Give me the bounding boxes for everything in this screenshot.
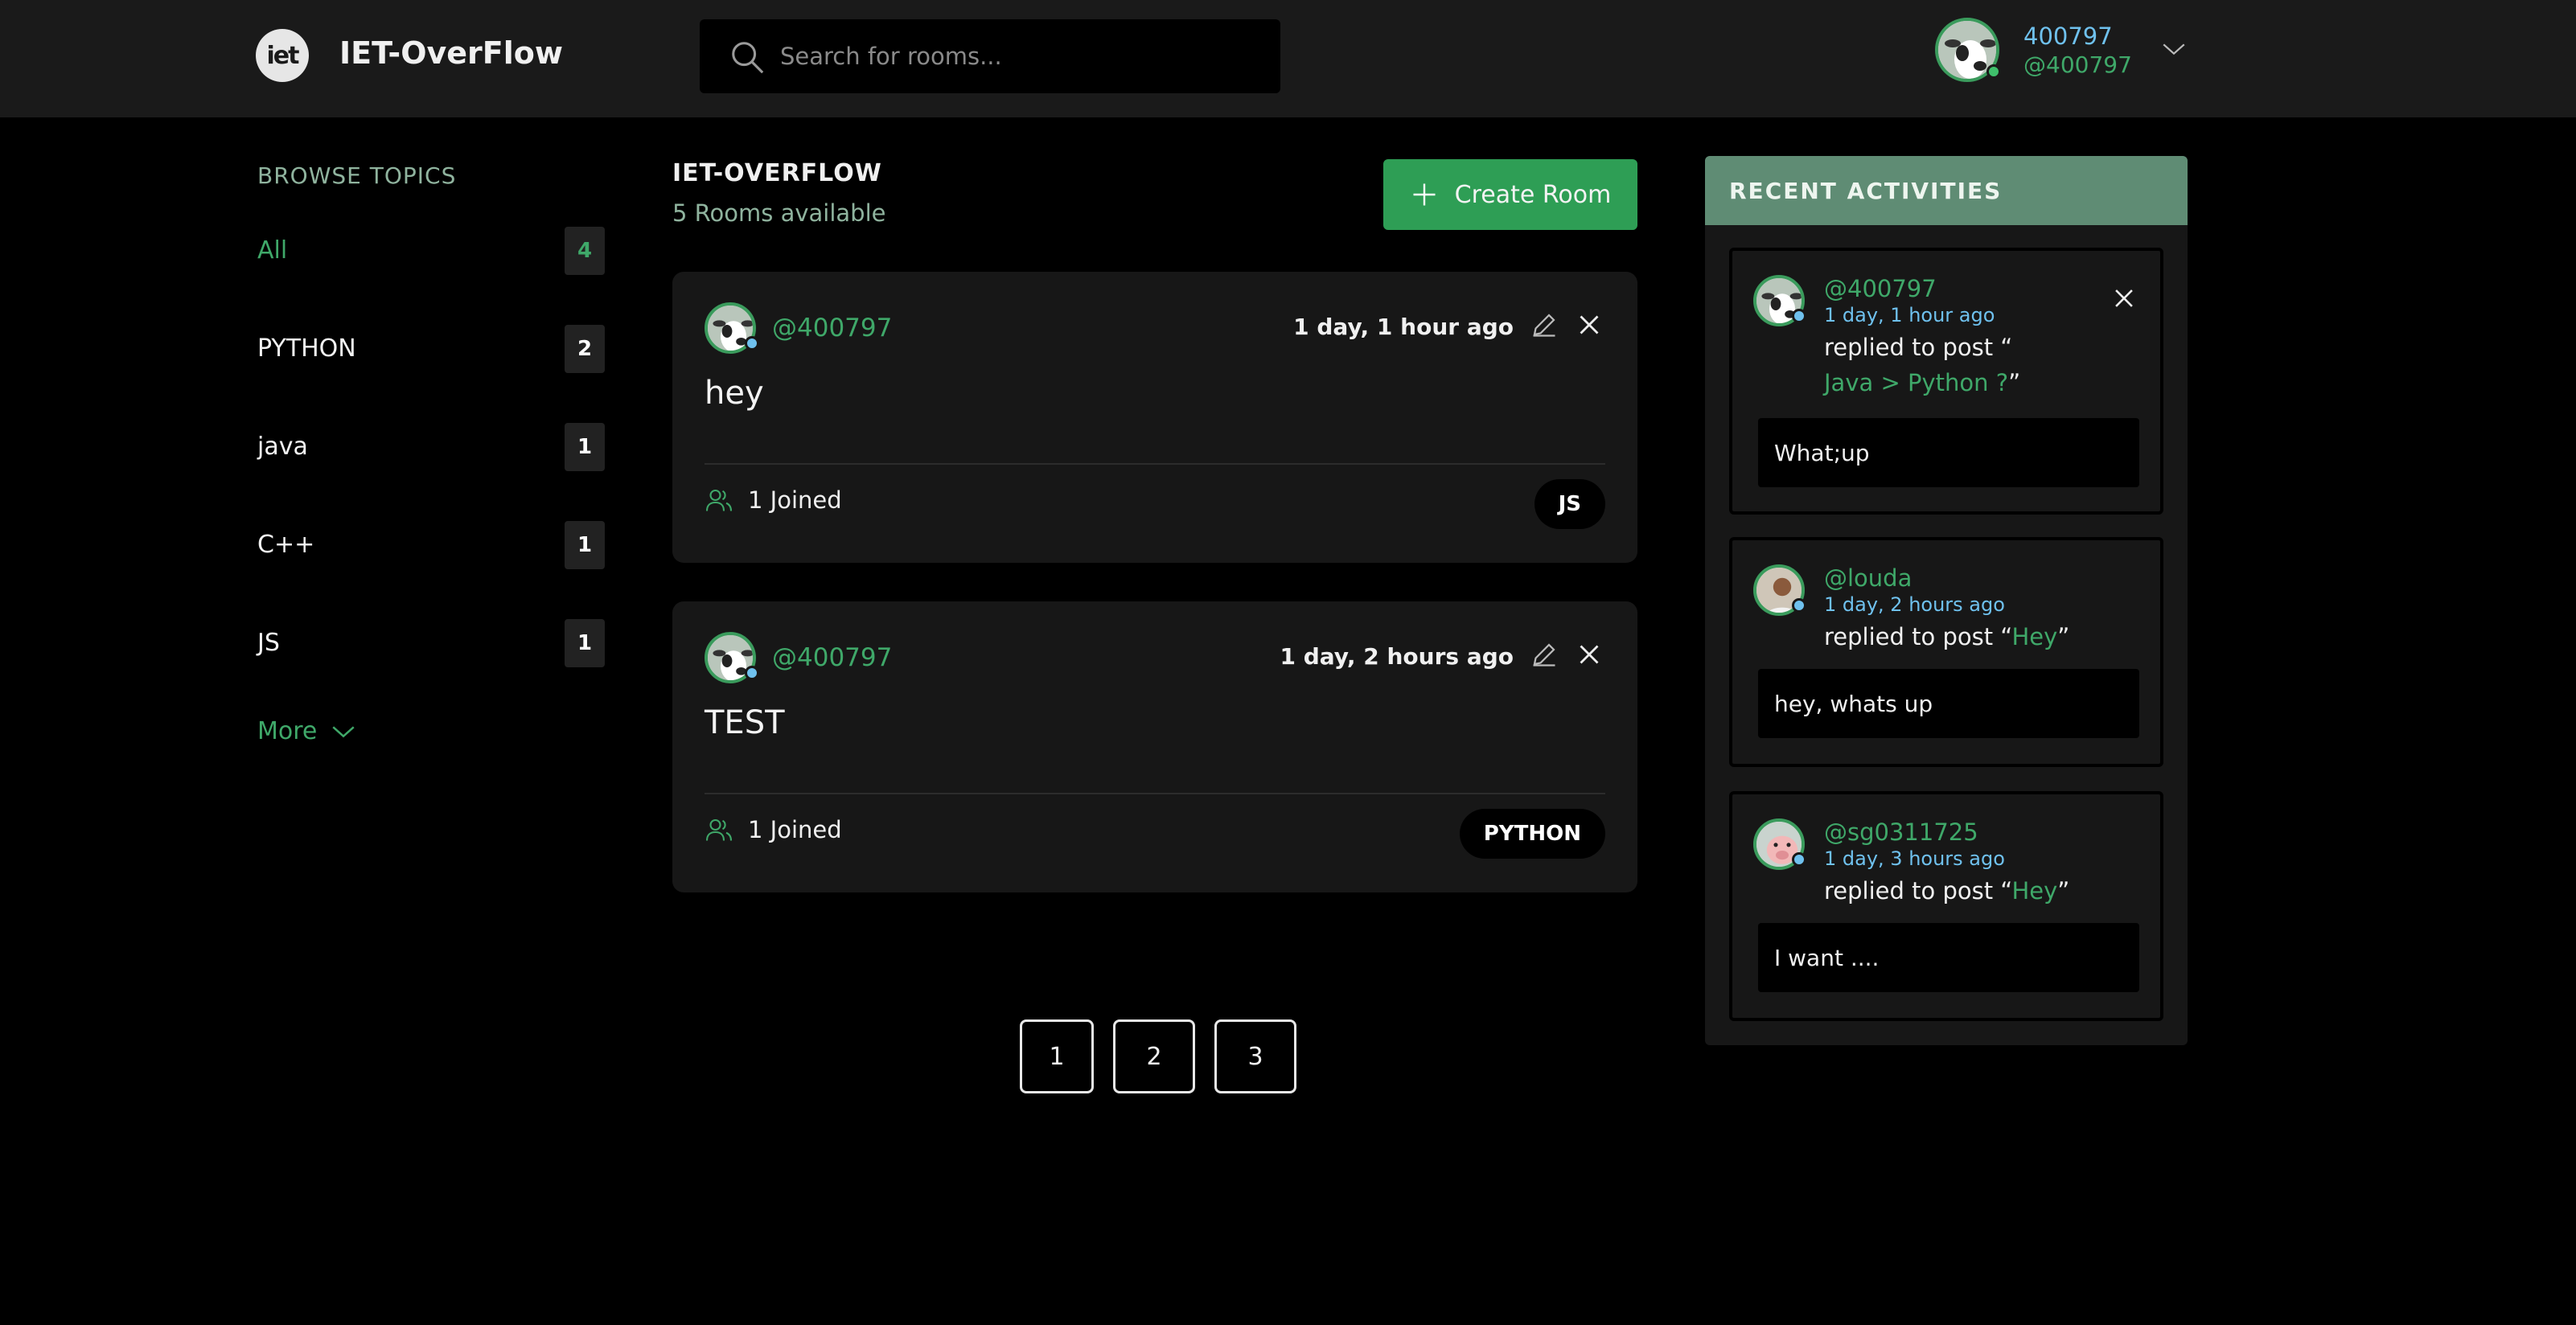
topic-label: JS <box>257 629 280 657</box>
edit-icon[interactable] <box>1530 310 1559 339</box>
activity-suffix: ” <box>2057 623 2070 650</box>
recent-activities-panel: RECENT ACTIVITIES @400797 1 day, 1 hour … <box>1705 156 2188 1045</box>
room-card[interactable]: @400797 1 day, 2 hours ago TEST 1 Joined… <box>672 601 1637 892</box>
activity-suffix: ” <box>2057 877 2070 905</box>
status-dot <box>1792 598 1806 613</box>
activity-time: 1 day, 1 hour ago <box>1824 304 1995 326</box>
room-topic-tag[interactable]: PYTHON <box>1459 809 1605 859</box>
close-icon[interactable] <box>2110 285 2138 312</box>
page-button-3[interactable]: 3 <box>1214 1019 1296 1093</box>
rooms-count: 5 Rooms available <box>672 199 886 227</box>
activity-message: What;up <box>1758 418 2139 487</box>
activity-item: @400797 1 day, 1 hour ago replied to pos… <box>1729 248 2163 515</box>
joined-label: 1 Joined <box>748 486 842 514</box>
user-handle[interactable]: @400797 <box>2023 51 2132 78</box>
activity-suffix: ” <box>2008 369 2021 396</box>
more-topics-link[interactable]: More <box>257 717 357 745</box>
logo-text: iet <box>266 41 300 70</box>
room-host-handle[interactable]: @400797 <box>772 643 892 672</box>
status-dot <box>1792 852 1806 867</box>
topic-label: PYTHON <box>257 334 356 363</box>
topic-count-badge: 4 <box>565 227 605 275</box>
status-dot <box>1792 309 1806 323</box>
create-room-button[interactable]: Create Room <box>1383 159 1637 230</box>
activity-description: replied to post “Hey” <box>1824 619 2089 654</box>
activity-item: @sg0311725 1 day, 3 hours ago replied to… <box>1729 791 2163 1021</box>
activity-prefix: replied to post “ <box>1824 877 2012 905</box>
activity-prefix: replied to post “ <box>1824 623 2012 650</box>
activity-message: I want .... <box>1758 923 2139 992</box>
status-dot <box>745 666 759 680</box>
topic-label: java <box>257 433 308 461</box>
close-icon[interactable] <box>1575 310 1604 339</box>
brand-title[interactable]: IET-OverFlow <box>339 35 563 71</box>
search-bar[interactable] <box>700 19 1280 93</box>
create-room-label: Create Room <box>1454 180 1612 209</box>
activity-post-link[interactable]: Hey <box>2011 623 2057 650</box>
room-host-handle[interactable]: @400797 <box>772 314 892 343</box>
users-icon <box>705 489 733 511</box>
page-button-2[interactable]: 2 <box>1113 1019 1195 1093</box>
activity-handle[interactable]: @400797 <box>1824 275 1937 302</box>
browse-topics-title: BROWSE TOPICS <box>257 162 457 189</box>
iet-logo[interactable]: iet <box>256 29 309 82</box>
activity-prefix: replied to post “ <box>1824 334 2013 361</box>
search-input[interactable] <box>780 37 1247 76</box>
room-title[interactable]: hey <box>705 375 764 412</box>
activity-description: replied to post “ Java > Python ?” <box>1824 330 2089 400</box>
pagination: 1 2 3 <box>1020 1019 1296 1093</box>
topic-count-badge: 1 <box>565 619 605 667</box>
feed-title: IET-OVERFLOW <box>672 159 882 187</box>
top-navbar: iet IET-OverFlow 400797 @400797 <box>0 0 2576 117</box>
chevron-down-icon <box>332 725 355 737</box>
recent-activities-title: RECENT ACTIVITIES <box>1705 156 2188 225</box>
room-card[interactable]: @400797 1 day, 1 hour ago hey 1 Joined J… <box>672 272 1637 563</box>
activity-item: @louda 1 day, 2 hours ago replied to pos… <box>1729 537 2163 767</box>
search-icon <box>732 42 764 74</box>
user-name[interactable]: 400797 <box>2023 23 2113 50</box>
chevron-down-icon[interactable] <box>2160 35 2188 63</box>
topic-count-badge: 1 <box>565 521 605 569</box>
topic-count-badge: 1 <box>565 423 605 471</box>
joined-count: 1 Joined <box>705 486 842 515</box>
more-label: More <box>257 717 318 745</box>
activity-description: replied to post “Hey” <box>1824 873 2089 909</box>
joined-count: 1 Joined <box>705 815 842 844</box>
room-title[interactable]: TEST <box>705 704 785 741</box>
card-divider <box>705 793 1605 794</box>
topic-all[interactable]: All 4 <box>257 227 605 278</box>
card-divider <box>705 463 1605 465</box>
edit-icon[interactable] <box>1530 640 1559 669</box>
activity-post-link[interactable]: Java > Python ? <box>1824 369 2008 396</box>
plus-icon <box>1413 183 1436 206</box>
page-button-1[interactable]: 1 <box>1020 1019 1094 1093</box>
room-topic-tag[interactable]: JS <box>1534 479 1605 529</box>
activity-post-link[interactable]: Hey <box>2011 877 2057 905</box>
joined-label: 1 Joined <box>748 816 842 843</box>
topic-label: C++ <box>257 531 315 559</box>
activity-message: hey, whats up <box>1758 669 2139 738</box>
topic-python[interactable]: PYTHON 2 <box>257 325 605 376</box>
topic-cpp[interactable]: C++ 1 <box>257 521 605 572</box>
topic-js[interactable]: JS 1 <box>257 619 605 671</box>
activity-handle[interactable]: @louda <box>1824 564 1912 592</box>
close-icon[interactable] <box>1575 640 1604 669</box>
topic-label: All <box>257 236 288 265</box>
topic-count-badge: 2 <box>565 325 605 373</box>
room-timestamp: 1 day, 1 hour ago <box>1293 314 1514 340</box>
activity-time: 1 day, 3 hours ago <box>1824 847 2005 870</box>
status-dot <box>745 336 759 351</box>
online-status-dot <box>1986 64 2001 79</box>
activity-handle[interactable]: @sg0311725 <box>1824 818 1978 846</box>
topic-java[interactable]: java 1 <box>257 423 605 474</box>
activity-time: 1 day, 2 hours ago <box>1824 593 2005 616</box>
users-icon <box>705 818 733 841</box>
room-timestamp: 1 day, 2 hours ago <box>1280 643 1514 670</box>
